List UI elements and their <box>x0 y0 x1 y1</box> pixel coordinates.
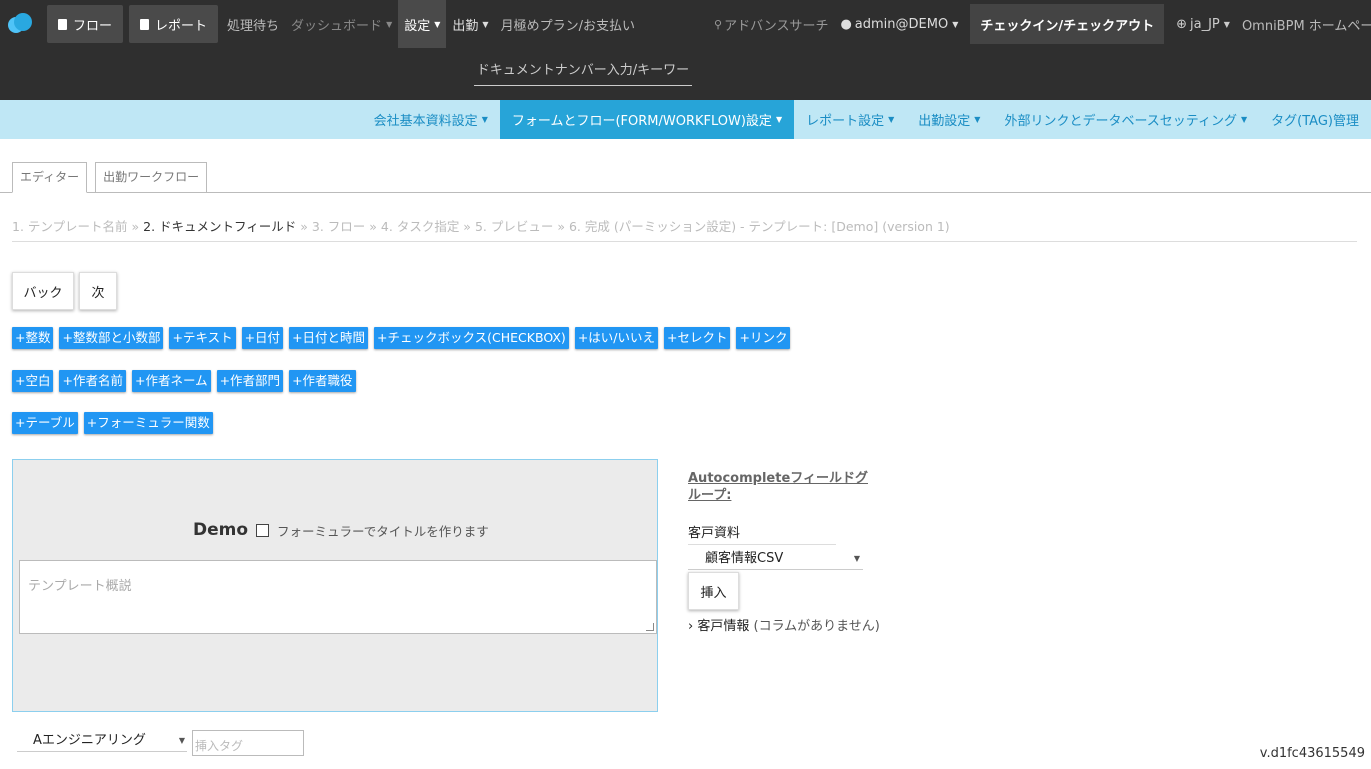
subnav-attendance-settings[interactable]: 出勤設定 ▼ <box>906 100 992 139</box>
add-datetime-button[interactable]: +日付と時間 <box>289 327 369 349</box>
add-author-department-button[interactable]: +作者部門 <box>216 370 284 392</box>
caret-down-icon: ▼ <box>952 19 959 29</box>
form-editor-area: Demo フォーミュラーでタイトルを作ります テンプレート概説 <box>12 459 658 712</box>
caret-down-icon: ▼ <box>974 115 981 124</box>
formula-title-label: フォーミュラーでタイトルを作ります <box>277 523 489 539</box>
homepage-link[interactable]: OmniBPM ホームページ <box>1236 0 1371 48</box>
field-buttons-row-1: +整数 +整数部と小数部 +テキスト +日付 +日付と時間 +チェックボックス(… <box>12 327 791 349</box>
checkin-checkout-button[interactable]: チェックイン/チェックアウト <box>970 4 1165 44</box>
tag-input[interactable]: 挿入タグ <box>192 730 304 756</box>
add-decimal-button[interactable]: +整数部と小数部 <box>59 327 164 349</box>
form-title: Demo フォーミュラーでタイトルを作ります <box>193 520 489 540</box>
dropdown-arrow-icon: ▼ <box>853 554 860 563</box>
resize-grip-icon[interactable] <box>646 623 654 631</box>
add-integer-button[interactable]: +整数 <box>12 327 54 349</box>
add-table-button[interactable]: +テーブル <box>12 412 78 434</box>
caret-down-icon: ▼ <box>1223 19 1230 29</box>
autocomplete-group-title[interactable]: Autocompleteフィールドグループ: <box>688 470 873 504</box>
add-author-name-button[interactable]: +作者名前 <box>59 370 126 392</box>
advanced-search-link[interactable]: ⚲ アドバンスサーチ <box>708 0 834 48</box>
user-menu[interactable]: ● admin@DEMO ▼ <box>834 0 964 48</box>
caret-down-icon: ▼ <box>888 115 895 124</box>
chevron-right-icon: › <box>688 619 694 634</box>
autocomplete-divider <box>688 544 836 545</box>
version-label: v.d1fc43615549 <box>1259 746 1365 761</box>
right-nav: ⚲ アドバンスサーチ ● admin@DEMO ▼ チェックイン/チェックアウト ⊕ j… <box>708 0 1371 48</box>
template-description-textarea[interactable]: テンプレート概説 <box>19 560 657 634</box>
autocomplete-source-select[interactable]: 顧客情報CSV ▼ <box>688 548 863 570</box>
field-buttons-row-2: +空白 +作者名前 +作者ネーム +作者部門 +作者職役 <box>12 370 356 392</box>
nav-report-button[interactable]: レポート <box>129 5 219 43</box>
language-menu[interactable]: ⊕ ja_JP ▼ <box>1170 0 1236 48</box>
step-task-assign[interactable]: 4. タスク指定 <box>381 219 459 234</box>
report-icon <box>140 18 150 30</box>
back-button[interactable]: バック <box>12 272 74 310</box>
dropdown-arrow-icon: ▼ <box>178 736 185 745</box>
step-flow[interactable]: 3. フロー <box>312 219 365 234</box>
omnibpm-logo-icon[interactable] <box>7 12 33 36</box>
add-yes-no-button[interactable]: +はい/いいえ <box>574 327 658 349</box>
caret-down-icon: ▼ <box>482 19 489 29</box>
caret-down-icon: ▼ <box>386 19 393 29</box>
subnav-form-workflow-settings[interactable]: フォームとフロー(FORM/WORKFLOW)設定 ▼ <box>499 100 795 139</box>
nav-dashboard[interactable]: ダッシュボード ▼ <box>285 0 398 48</box>
settings-subnav: 会社基本資料設定 ▼ フォームとフロー(FORM/WORKFLOW)設定 ▼ レポー… <box>0 100 1371 139</box>
next-button[interactable]: 次 <box>79 272 117 310</box>
nav-billing[interactable]: 月極めプラン/お支払い <box>495 0 641 48</box>
editor-tabs: エディター 出勤ワークフロー <box>12 162 208 193</box>
add-author-position-button[interactable]: +作者職役 <box>289 370 356 392</box>
add-date-button[interactable]: +日付 <box>241 327 284 349</box>
caret-down-icon: ▼ <box>481 115 488 124</box>
document-search-input[interactable]: ドキュメントナンバー入力/キーワー <box>474 58 692 86</box>
step-complete[interactable]: 6. 完成 (パーミッション設定) - テンプレート: [Demo] (vers… <box>569 219 950 234</box>
step-document-fields: 2. ドキュメントフィールド <box>143 219 297 234</box>
caret-down-icon: ▼ <box>775 115 783 124</box>
step-preview[interactable]: 5. プレビュー <box>475 219 553 234</box>
add-checkbox-button[interactable]: +チェックボックス(CHECKBOX) <box>374 327 569 349</box>
nav-settings[interactable]: 設定 ▼ <box>398 0 447 48</box>
nav-pending[interactable]: 処理待ち <box>221 0 285 48</box>
caret-down-icon: ▼ <box>434 19 441 29</box>
step-template-name[interactable]: 1. テンプレート名前 <box>12 219 128 234</box>
subnav-report-settings[interactable]: レポート設定 ▼ <box>794 100 906 139</box>
field-buttons-row-3: +テーブル +フォーミュラー関数 <box>12 412 213 434</box>
add-link-button[interactable]: +リンク <box>736 327 791 349</box>
template-title[interactable]: Demo <box>193 520 248 540</box>
add-text-button[interactable]: +テキスト <box>169 327 236 349</box>
add-formula-button[interactable]: +フォーミュラー関数 <box>83 412 213 434</box>
globe-icon: ⊕ <box>1176 16 1188 32</box>
top-navbar: フロー レポート 処理待ち ダッシュボード ▼ 設定 ▼ 出勤 ▼ 月極めプラン/お支… <box>0 0 1371 100</box>
user-icon: ● <box>840 16 852 32</box>
tab-editor[interactable]: エディター <box>12 162 88 193</box>
main-nav: フロー レポート 処理待ち ダッシュボード ▼ 設定 ▼ 出勤 ▼ 月極めプラン/お支… <box>44 0 641 48</box>
add-blank-button[interactable]: +空白 <box>12 370 54 392</box>
nav-flow-button[interactable]: フロー <box>47 5 124 43</box>
subnav-external-link-db-settings[interactable]: 外部リンクとデータベースセッティング ▼ <box>992 100 1259 139</box>
tab-attendance-workflow[interactable]: 出勤ワークフロー <box>95 162 208 193</box>
tag-select[interactable]: Aエンジニアリング ▼ <box>17 730 187 752</box>
autocomplete-group-expander[interactable]: › 客戸情報 (コラムがありません) <box>688 615 880 634</box>
subnav-tag-management[interactable]: タグ(TAG)管理 <box>1259 100 1371 139</box>
caret-down-icon: ▼ <box>1241 115 1248 124</box>
nav-attendance[interactable]: 出勤 ▼ <box>446 0 494 48</box>
wizard-steps-breadcrumb: 1. テンプレート名前 » 2. ドキュメントフィールド » 3. フロー » … <box>12 219 950 234</box>
subnav-company-settings[interactable]: 会社基本資料設定 ▼ <box>362 100 500 139</box>
document-icon <box>58 18 67 30</box>
formula-title-checkbox[interactable] <box>256 523 270 537</box>
autocomplete-group-label: 客戸資料 <box>688 526 741 541</box>
steps-divider <box>12 241 1357 242</box>
add-select-button[interactable]: +セレクト <box>664 327 731 349</box>
insert-button[interactable]: 挿入 <box>688 572 739 610</box>
add-author-nickname-button[interactable]: +作者ネーム <box>131 370 211 392</box>
search-icon: ⚲ <box>714 17 723 31</box>
